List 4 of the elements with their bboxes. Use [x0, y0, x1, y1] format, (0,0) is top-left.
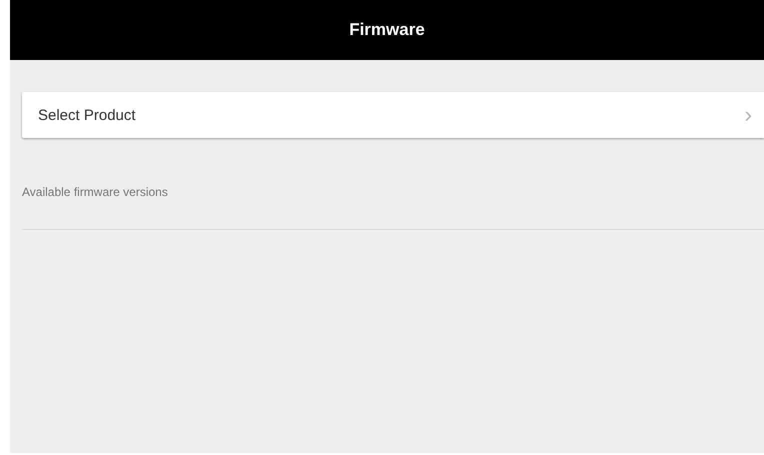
section-label: Available firmware versions: [22, 185, 168, 199]
product-selector[interactable]: Select Product ›: [22, 92, 764, 138]
page-title: Firmware: [349, 20, 425, 40]
chevron-icon: ›: [744, 104, 752, 126]
